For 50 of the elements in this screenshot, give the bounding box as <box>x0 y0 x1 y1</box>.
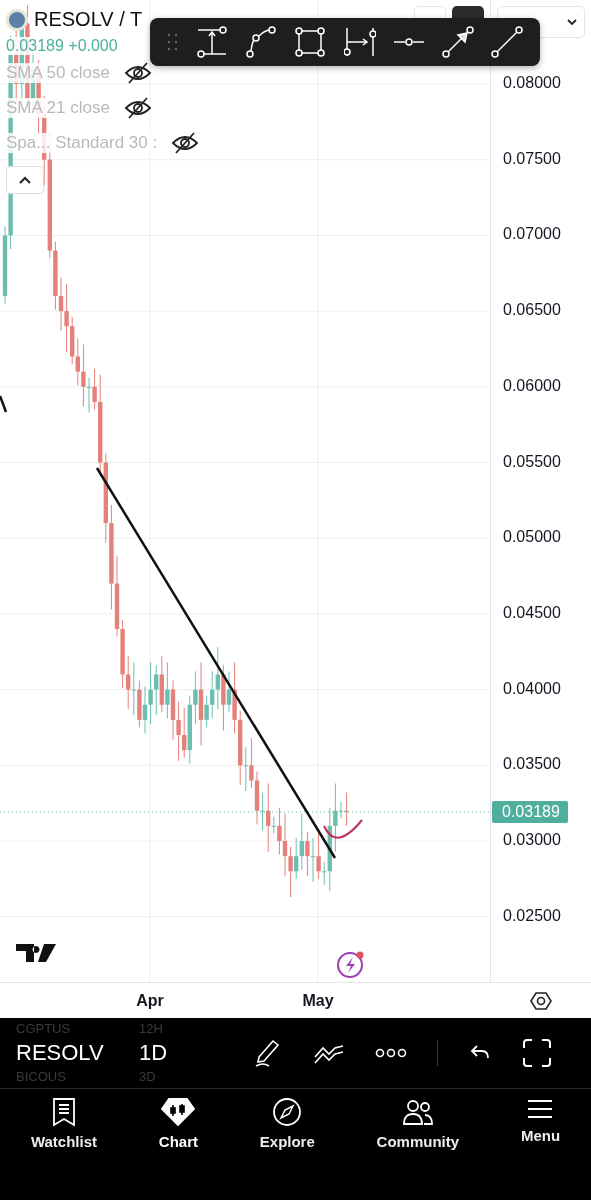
symbol-option[interactable]: RESOLV <box>16 1039 126 1067</box>
curve-tool-icon[interactable] <box>245 26 278 58</box>
arrow-icon[interactable] <box>442 26 475 58</box>
price-label: 0.07500 <box>503 149 561 168</box>
chevron-down-icon <box>566 18 578 26</box>
price-label: 0.06000 <box>503 376 561 395</box>
interval-option[interactable]: 1D <box>139 1039 229 1067</box>
drag-handle-icon[interactable] <box>166 32 179 52</box>
last-price-badge: 0.03189 <box>492 801 568 823</box>
price-label: 0.03500 <box>503 755 561 774</box>
price-label: 0.03000 <box>503 831 561 849</box>
nav-tab[interactable]: Community <box>372 1097 464 1165</box>
coin-icon <box>6 8 28 31</box>
more-icon[interactable] <box>375 1047 407 1059</box>
price-label: 0.04000 <box>503 679 561 698</box>
nav-tab[interactable]: Watchlist <box>26 1097 101 1165</box>
price-quote: 0.03189 +0.000 <box>6 37 118 55</box>
trend-line-icon[interactable] <box>491 26 524 58</box>
candles-icon <box>161 1097 196 1127</box>
price-label: 0.08000 <box>503 74 561 92</box>
eye-off-icon[interactable] <box>171 130 200 155</box>
price-label: 0.04500 <box>503 603 561 622</box>
chevron-up-icon <box>18 175 32 185</box>
fullscreen-icon[interactable] <box>522 1038 552 1068</box>
date-range-icon[interactable] <box>343 26 376 58</box>
curve-drawing[interactable] <box>323 819 363 839</box>
price-label: 0.06500 <box>503 301 561 320</box>
lightning-icon[interactable] <box>337 951 364 978</box>
settings-icon[interactable] <box>530 990 552 1012</box>
menu-icon <box>526 1097 555 1121</box>
nav-tab[interactable]: Menu <box>516 1097 565 1165</box>
trend-line[interactable] <box>0 395 8 413</box>
price-range-icon[interactable] <box>195 26 228 58</box>
logo-icon <box>16 944 56 962</box>
symbol-title[interactable]: RESOLV / T <box>34 8 143 31</box>
nav-tab[interactable]: Chart <box>154 1097 202 1165</box>
price-label: 0.07000 <box>503 225 561 244</box>
compass-icon <box>272 1097 303 1127</box>
date-label: Apr <box>136 992 164 1010</box>
price-label: 0.02500 <box>503 906 561 925</box>
price-label: 0.05000 <box>503 528 561 547</box>
rectangle-icon[interactable] <box>294 26 327 58</box>
nav-tab[interactable]: Explore <box>255 1097 319 1165</box>
eye-off-icon[interactable] <box>123 60 152 85</box>
people-icon <box>401 1097 434 1127</box>
bookmark-list-icon <box>50 1097 77 1127</box>
price-label: 0.05500 <box>503 452 561 471</box>
date-label: May <box>302 992 334 1010</box>
collapse-button[interactable] <box>6 166 44 194</box>
eye-off-icon[interactable] <box>123 95 152 120</box>
